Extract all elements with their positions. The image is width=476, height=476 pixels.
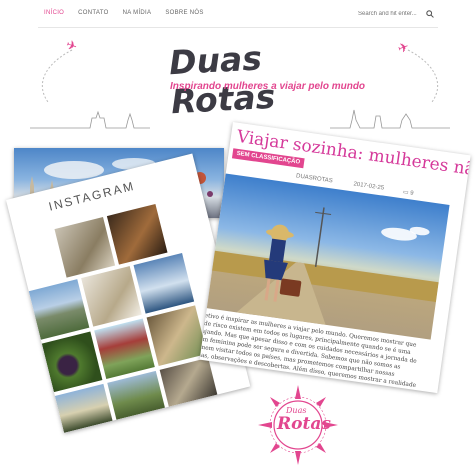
instagram-photo-car[interactable] [159, 357, 218, 407]
blog-post-card: Viajar sozinha: mulheres não tenham medo… [199, 122, 471, 394]
instagram-photo-wine[interactable] [54, 217, 116, 278]
instagram-photo-cellar[interactable] [106, 203, 168, 265]
post-author[interactable]: DUASROTAS [296, 173, 333, 184]
comment-count: 9 [409, 190, 414, 197]
instagram-photo-mountains[interactable] [28, 279, 90, 340]
instagram-photo-field[interactable] [54, 383, 113, 433]
instagram-photo-sea[interactable] [133, 252, 195, 314]
screenshot-collage: INSTAGRAM Viajar sozinha: mulheres não t… [0, 0, 476, 476]
post-comments[interactable]: ▭ 9 [402, 188, 414, 196]
post-date: 2017-02-25 [353, 181, 385, 192]
instagram-photo-bikes[interactable] [146, 305, 208, 366]
instagram-photo-glasses[interactable] [81, 266, 142, 327]
badge-text-rotas: Rotas [277, 414, 331, 434]
instagram-photo-grapes[interactable] [41, 331, 103, 393]
instagram-photo-vineyard[interactable] [107, 370, 165, 420]
instagram-photo-house[interactable] [94, 318, 155, 380]
